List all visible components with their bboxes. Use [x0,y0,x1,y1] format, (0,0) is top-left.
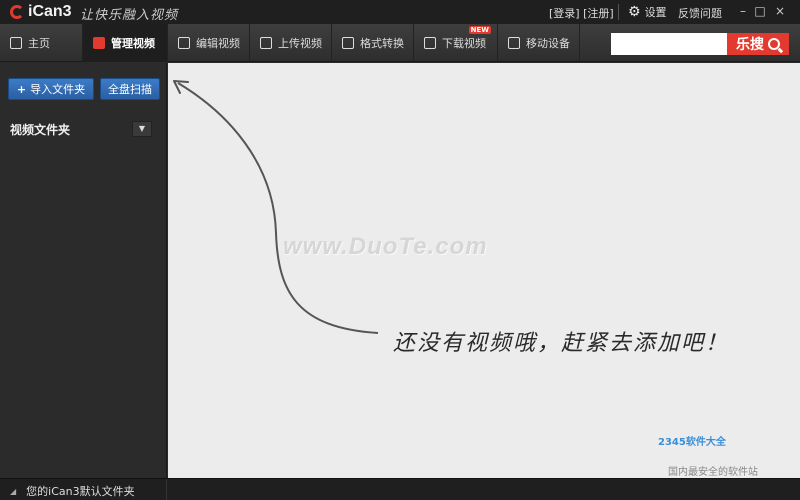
tab-upload-videos[interactable]: 上传视频 [250,24,332,62]
tab-label: 下载视频 [442,37,486,50]
tab-mobile-devices[interactable]: 移动设备 [498,24,580,62]
tab-label: 管理视频 [111,37,155,50]
pointer-arrow-icon [173,80,379,334]
download-icon [424,37,436,49]
tab-label: 移动设备 [526,37,570,50]
empty-state-message: 还没有视频哦，赶紧去添加吧！ [393,331,730,356]
tab-edit-videos[interactable]: 编辑视频 [168,24,250,62]
tab-download-videos[interactable]: 下载视频 NEW [414,24,498,62]
new-badge: NEW [468,26,491,34]
search-box: 乐搜 [611,33,789,55]
search-button[interactable]: 乐搜 [727,33,789,55]
triangle-icon: ◢ [10,486,17,496]
tab-manage-videos[interactable]: 管理视频 [83,24,168,62]
video-manage-icon [93,37,105,49]
convert-icon [342,37,354,49]
upload-icon [260,37,272,49]
corner-logo-text: 2345软件大全 [658,437,726,448]
corner-sub-text: 国内最安全的软件站 [668,467,758,478]
tab-label: 主页 [28,37,50,50]
gear-icon: ⚙ [628,4,641,20]
divider [618,4,619,20]
close-button[interactable]: × [772,3,788,19]
tab-label: 上传视频 [278,37,322,50]
search-input[interactable] [611,33,727,55]
video-folder-label: 视频文件夹 [10,123,71,137]
full-scan-button[interactable]: 全盘扫描 [100,78,160,100]
home-icon [10,37,22,49]
maximize-button[interactable]: □ [752,3,768,19]
logo-text: iCan3 [28,3,72,20]
logo-icon [10,5,24,19]
app-slogan: 让快乐融入视频 [80,8,179,23]
settings-button[interactable]: ⚙ 设置 [628,4,667,20]
search-icon [768,38,780,50]
import-folder-button[interactable]: + 导入文件夹 [8,78,94,100]
watermark-text: www.DuoTe.com [283,233,488,260]
video-list-area: www.DuoTe.com 还没有视频哦，赶紧去添加吧！ 2345软件大全 国内… [168,63,800,478]
tab-home[interactable]: 主页 [0,24,83,62]
search-button-label: 乐搜 [736,37,764,53]
title-bar: iCan3 让快乐融入视频 [登录] [注册] ⚙ 设置 反馈问题 – □ × [0,0,800,24]
settings-label: 设置 [644,6,667,19]
status-bar: ◢ 您的iCan3默认文件夹 [0,478,800,500]
plus-icon: + [16,82,27,96]
minimize-button[interactable]: – [735,3,751,19]
sidebar: + 导入文件夹 全盘扫描 视频文件夹 ▼ [0,63,167,478]
mobile-icon [508,37,520,49]
default-folder-label: 您的iCan3默认文件夹 [26,485,135,498]
tab-format-convert[interactable]: 格式转换 [332,24,414,62]
app-logo: iCan3 [10,3,72,21]
tab-label: 格式转换 [360,37,404,50]
import-folder-label: 导入文件夹 [30,83,86,96]
folder-dropdown[interactable]: ▼ [132,121,152,137]
chevron-down-icon: ▼ [138,124,146,133]
feedback-link[interactable]: 反馈问题 [678,5,722,21]
login-register-link[interactable]: [登录] [注册] [549,5,614,21]
edit-icon [178,37,190,49]
divider [166,479,167,500]
tab-label: 编辑视频 [196,37,240,50]
default-folder-item[interactable]: ◢ 您的iCan3默认文件夹 [10,483,135,499]
